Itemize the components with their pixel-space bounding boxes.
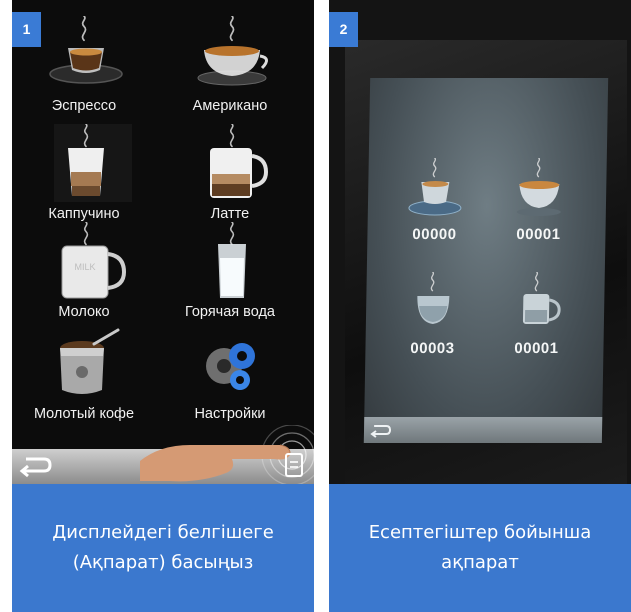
cappuccino-glass-icon bbox=[54, 124, 132, 202]
menu-item-label: Настройки bbox=[194, 406, 266, 422]
menu-item-settings[interactable]: Настройки bbox=[160, 324, 300, 430]
step-2-panel: 00000 00001 00003 00001 2 Есептегіштер б… bbox=[329, 0, 631, 612]
americano-cup-icon bbox=[516, 158, 561, 216]
menu-item-label: Эспрессо bbox=[51, 98, 117, 114]
counter-value: 00001 bbox=[516, 226, 561, 243]
step-badge: 2 bbox=[329, 12, 358, 47]
device-bezel: 00000 00001 00003 00001 bbox=[345, 40, 627, 484]
caption-text: Дисплейдегі белгішеге (Ақпарат) басыңыз bbox=[52, 522, 274, 573]
settings-gears-icon bbox=[206, 343, 255, 390]
latte-mug-icon bbox=[522, 272, 561, 324]
back-arrow-icon[interactable] bbox=[368, 422, 394, 440]
back-arrow-icon[interactable] bbox=[16, 451, 56, 481]
step-caption: Дисплейдегі белгішеге (Ақпарат) басыңыз bbox=[12, 484, 314, 612]
info-icon[interactable] bbox=[282, 450, 308, 482]
bottom-toolbar bbox=[363, 417, 603, 443]
counter-latte: 00001 bbox=[491, 272, 583, 372]
menu-item-label: Молоко bbox=[58, 304, 110, 320]
coffee-machine-display: Эспрессо Американо Каппучино Латте MILK … bbox=[12, 0, 314, 484]
step-1-panel: Эспрессо Американо Каппучино Латте MILK … bbox=[12, 0, 314, 612]
menu-item-label: Американо bbox=[192, 98, 268, 114]
menu-item-label: Латте bbox=[210, 206, 250, 222]
americano-cup-icon bbox=[197, 16, 268, 86]
counter-display: 00000 00001 00003 00001 bbox=[363, 78, 609, 443]
espresso-cup-icon bbox=[408, 158, 462, 216]
counter-americano: 00001 bbox=[493, 158, 585, 258]
cappuccino-glass-icon bbox=[417, 272, 450, 324]
caption-text: Есептегіштер бойынша ақпарат bbox=[368, 522, 592, 573]
menu-item-cappuccino[interactable]: Каппучино bbox=[14, 124, 154, 230]
step-badge: 1 bbox=[12, 12, 41, 47]
counter-value: 00003 bbox=[410, 340, 455, 357]
menu-item-hot-water[interactable]: Горячая вода bbox=[160, 222, 300, 328]
svg-text:MILK: MILK bbox=[74, 262, 95, 272]
menu-item-milk[interactable]: MILK Молоко bbox=[14, 222, 154, 328]
latte-mug-icon bbox=[210, 124, 269, 198]
menu-item-label: Горячая вода bbox=[184, 304, 275, 320]
menu-item-label: Молотый кофе bbox=[33, 406, 135, 422]
machine-photo: 00000 00001 00003 00001 bbox=[329, 0, 631, 484]
ground-coffee-icon bbox=[60, 328, 120, 394]
menu-item-latte[interactable]: Латте bbox=[160, 124, 300, 230]
menu-item-americano[interactable]: Американо bbox=[160, 16, 300, 122]
counter-value: 00001 bbox=[514, 340, 559, 357]
milk-mug-icon: MILK bbox=[61, 222, 127, 299]
menu-item-ground-coffee[interactable]: Молотый кофе bbox=[14, 324, 154, 430]
hot-water-glass-icon bbox=[218, 222, 246, 298]
menu-item-label: Каппучино bbox=[48, 206, 120, 222]
step-caption: Есептегіштер бойынша ақпарат bbox=[329, 484, 631, 612]
counter-espresso: 00000 bbox=[389, 158, 481, 258]
counter-cappuccino: 00003 bbox=[387, 272, 479, 372]
counter-value: 00000 bbox=[412, 226, 457, 243]
